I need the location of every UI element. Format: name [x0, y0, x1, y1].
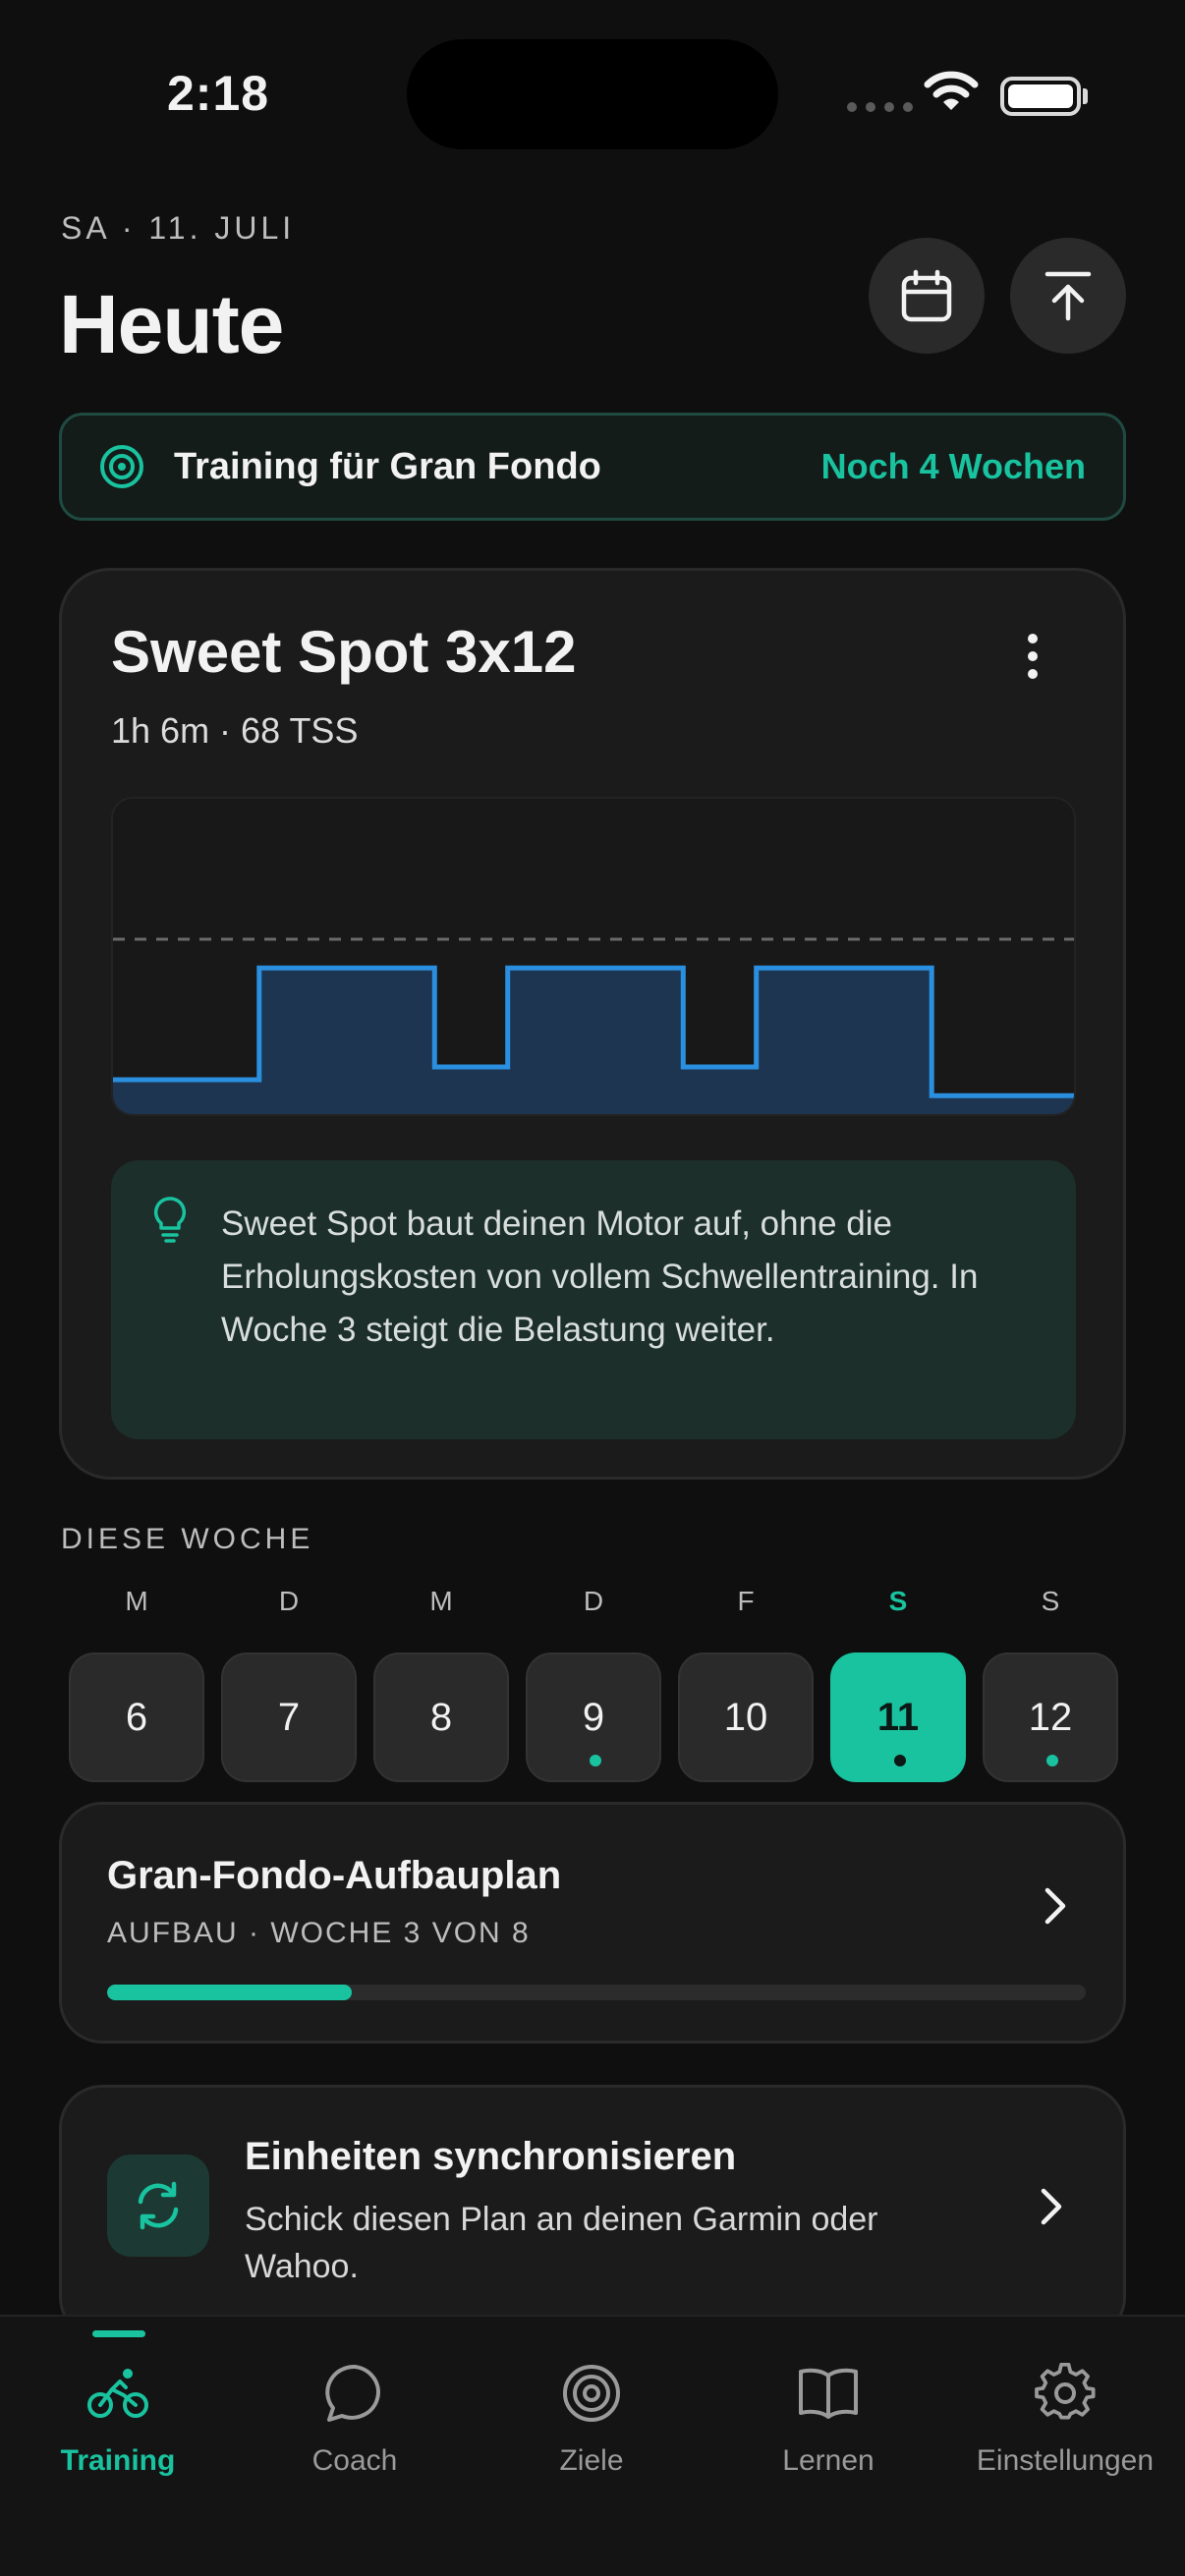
day-number: 10: [723, 1695, 768, 1739]
more-options-icon[interactable]: [1013, 622, 1052, 691]
day-number: 11: [876, 1695, 920, 1739]
workout-meta: 1h 6m · 68 TSS: [111, 710, 359, 751]
gear-icon: [947, 2356, 1183, 2431]
day-letter: D: [583, 1586, 604, 1616]
day-button[interactable]: 6: [69, 1652, 204, 1782]
sync-card[interactable]: Einheiten synchronisieren Schick diesen …: [59, 2085, 1126, 2340]
page-title: Heute: [59, 278, 284, 370]
chevron-right-icon: [1043, 1885, 1068, 1932]
training-plan-card[interactable]: Gran-Fondo-Aufbauplan AUFBAU · WOCHE 3 V…: [59, 1802, 1126, 2044]
tab-einstellungen[interactable]: Einstellungen: [947, 2356, 1183, 2478]
calendar-button[interactable]: [869, 238, 985, 354]
interval-block-3: [507, 968, 684, 1114]
day-button[interactable]: 11: [830, 1652, 966, 1782]
day-letter: M: [429, 1586, 453, 1616]
wifi-icon: [924, 71, 979, 119]
workout-indicator-dot: [1046, 1755, 1058, 1766]
battery-cap: [1083, 88, 1088, 104]
workout-name: Sweet Spot 3x12: [111, 619, 577, 685]
plan-progress-fill: [107, 1985, 352, 2000]
target-icon: [474, 2356, 709, 2431]
interval-block-1: [258, 968, 435, 1114]
tab-bar: Training Coach Ziele Lernen Einstellunge…: [0, 2315, 1185, 2576]
battery-icon: [1000, 77, 1081, 116]
day-letter: F: [737, 1586, 755, 1616]
day-button[interactable]: 12: [983, 1652, 1118, 1782]
day-number: 9: [582, 1695, 605, 1739]
tab-label: Ziele: [559, 2444, 624, 2477]
target-icon: [100, 445, 143, 488]
tab-label: Lernen: [782, 2444, 875, 2477]
interval-block-0: [113, 1080, 260, 1114]
tab-ziele[interactable]: Ziele: [474, 2356, 709, 2478]
day-button[interactable]: 9: [526, 1652, 661, 1782]
day-0[interactable]: M6: [69, 1586, 204, 1782]
active-tab-indicator: [92, 2330, 145, 2337]
tab-lernen[interactable]: Lernen: [710, 2356, 946, 2478]
chevron-right-icon: [1039, 2186, 1064, 2232]
day-button[interactable]: 7: [221, 1652, 357, 1782]
interval-block-5: [756, 968, 932, 1114]
tab-training[interactable]: Training: [0, 2356, 236, 2478]
calendar-icon: [901, 269, 952, 322]
tab-label: Einstellungen: [976, 2444, 1155, 2477]
workout-card[interactable]: Sweet Spot 3x12 1h 6m · 68 TSS Sweet Spo…: [59, 568, 1126, 1480]
sync-description: Schick diesen Plan an deinen Garmin oder…: [245, 2201, 878, 2285]
day-1[interactable]: D7: [221, 1586, 357, 1782]
upload-to-top-icon: [1044, 271, 1092, 321]
week-section-label: DIESE WOCHE: [61, 1523, 314, 1555]
day-5[interactable]: S 11: [830, 1586, 966, 1782]
coach-tip: Sweet Spot baut deinen Motor auf, ohne d…: [111, 1160, 1076, 1439]
day-letter: D: [278, 1586, 300, 1616]
plan-title: Gran-Fondo-Aufbauplan: [107, 1854, 562, 1897]
day-6[interactable]: S 12: [983, 1586, 1118, 1782]
dynamic-island: [407, 39, 778, 149]
export-button[interactable]: [1010, 238, 1126, 354]
day-number: 8: [429, 1695, 453, 1739]
chat-bubble-icon: [237, 2356, 473, 2431]
day-letter: M: [125, 1586, 148, 1616]
workout-indicator-dot: [590, 1755, 601, 1766]
day-button[interactable]: 8: [373, 1652, 509, 1782]
status-time: 2:18: [167, 66, 270, 121]
plan-subtitle: AUFBAU · WOCHE 3 VON 8: [107, 1917, 531, 1949]
bike-icon: [0, 2356, 236, 2431]
interval-block-6: [931, 1095, 1074, 1114]
plan-progress-bar: [107, 1985, 1086, 2000]
day-number: 6: [125, 1695, 148, 1739]
book-icon: [710, 2356, 946, 2431]
cellular-signal-icon: [847, 102, 913, 112]
sync-icon: [107, 2155, 209, 2257]
tab-coach[interactable]: Coach: [237, 2356, 473, 2478]
goal-text: Training für Gran Fondo: [174, 445, 601, 487]
day-letter: S: [1041, 1586, 1060, 1616]
date-label: SA · 11. JULI: [61, 210, 296, 246]
day-4[interactable]: F 10: [678, 1586, 814, 1782]
day-3[interactable]: D9: [526, 1586, 661, 1782]
goal-remaining: Noch 4 Wochen: [820, 446, 1086, 486]
workout-profile-chart: [111, 797, 1076, 1116]
day-2[interactable]: M8: [373, 1586, 509, 1782]
tab-label: Training: [60, 2444, 176, 2477]
coach-tip-text: Sweet Spot baut deinen Motor auf, ohne d…: [221, 1204, 979, 1349]
sync-title: Einheiten synchronisieren: [245, 2135, 737, 2178]
day-number: 12: [1028, 1695, 1073, 1739]
goal-banner[interactable]: Training für Gran Fondo Noch 4 Wochen: [59, 413, 1126, 521]
day-number: 7: [277, 1695, 301, 1739]
day-letter: S: [888, 1586, 908, 1616]
tab-label: Coach: [311, 2444, 398, 2477]
lightbulb-icon: [152, 1196, 188, 1250]
workout-indicator-dot: [894, 1755, 906, 1766]
interval-block-2: [434, 1067, 509, 1114]
interval-block-4: [683, 1067, 758, 1114]
day-button[interactable]: 10: [678, 1652, 814, 1782]
